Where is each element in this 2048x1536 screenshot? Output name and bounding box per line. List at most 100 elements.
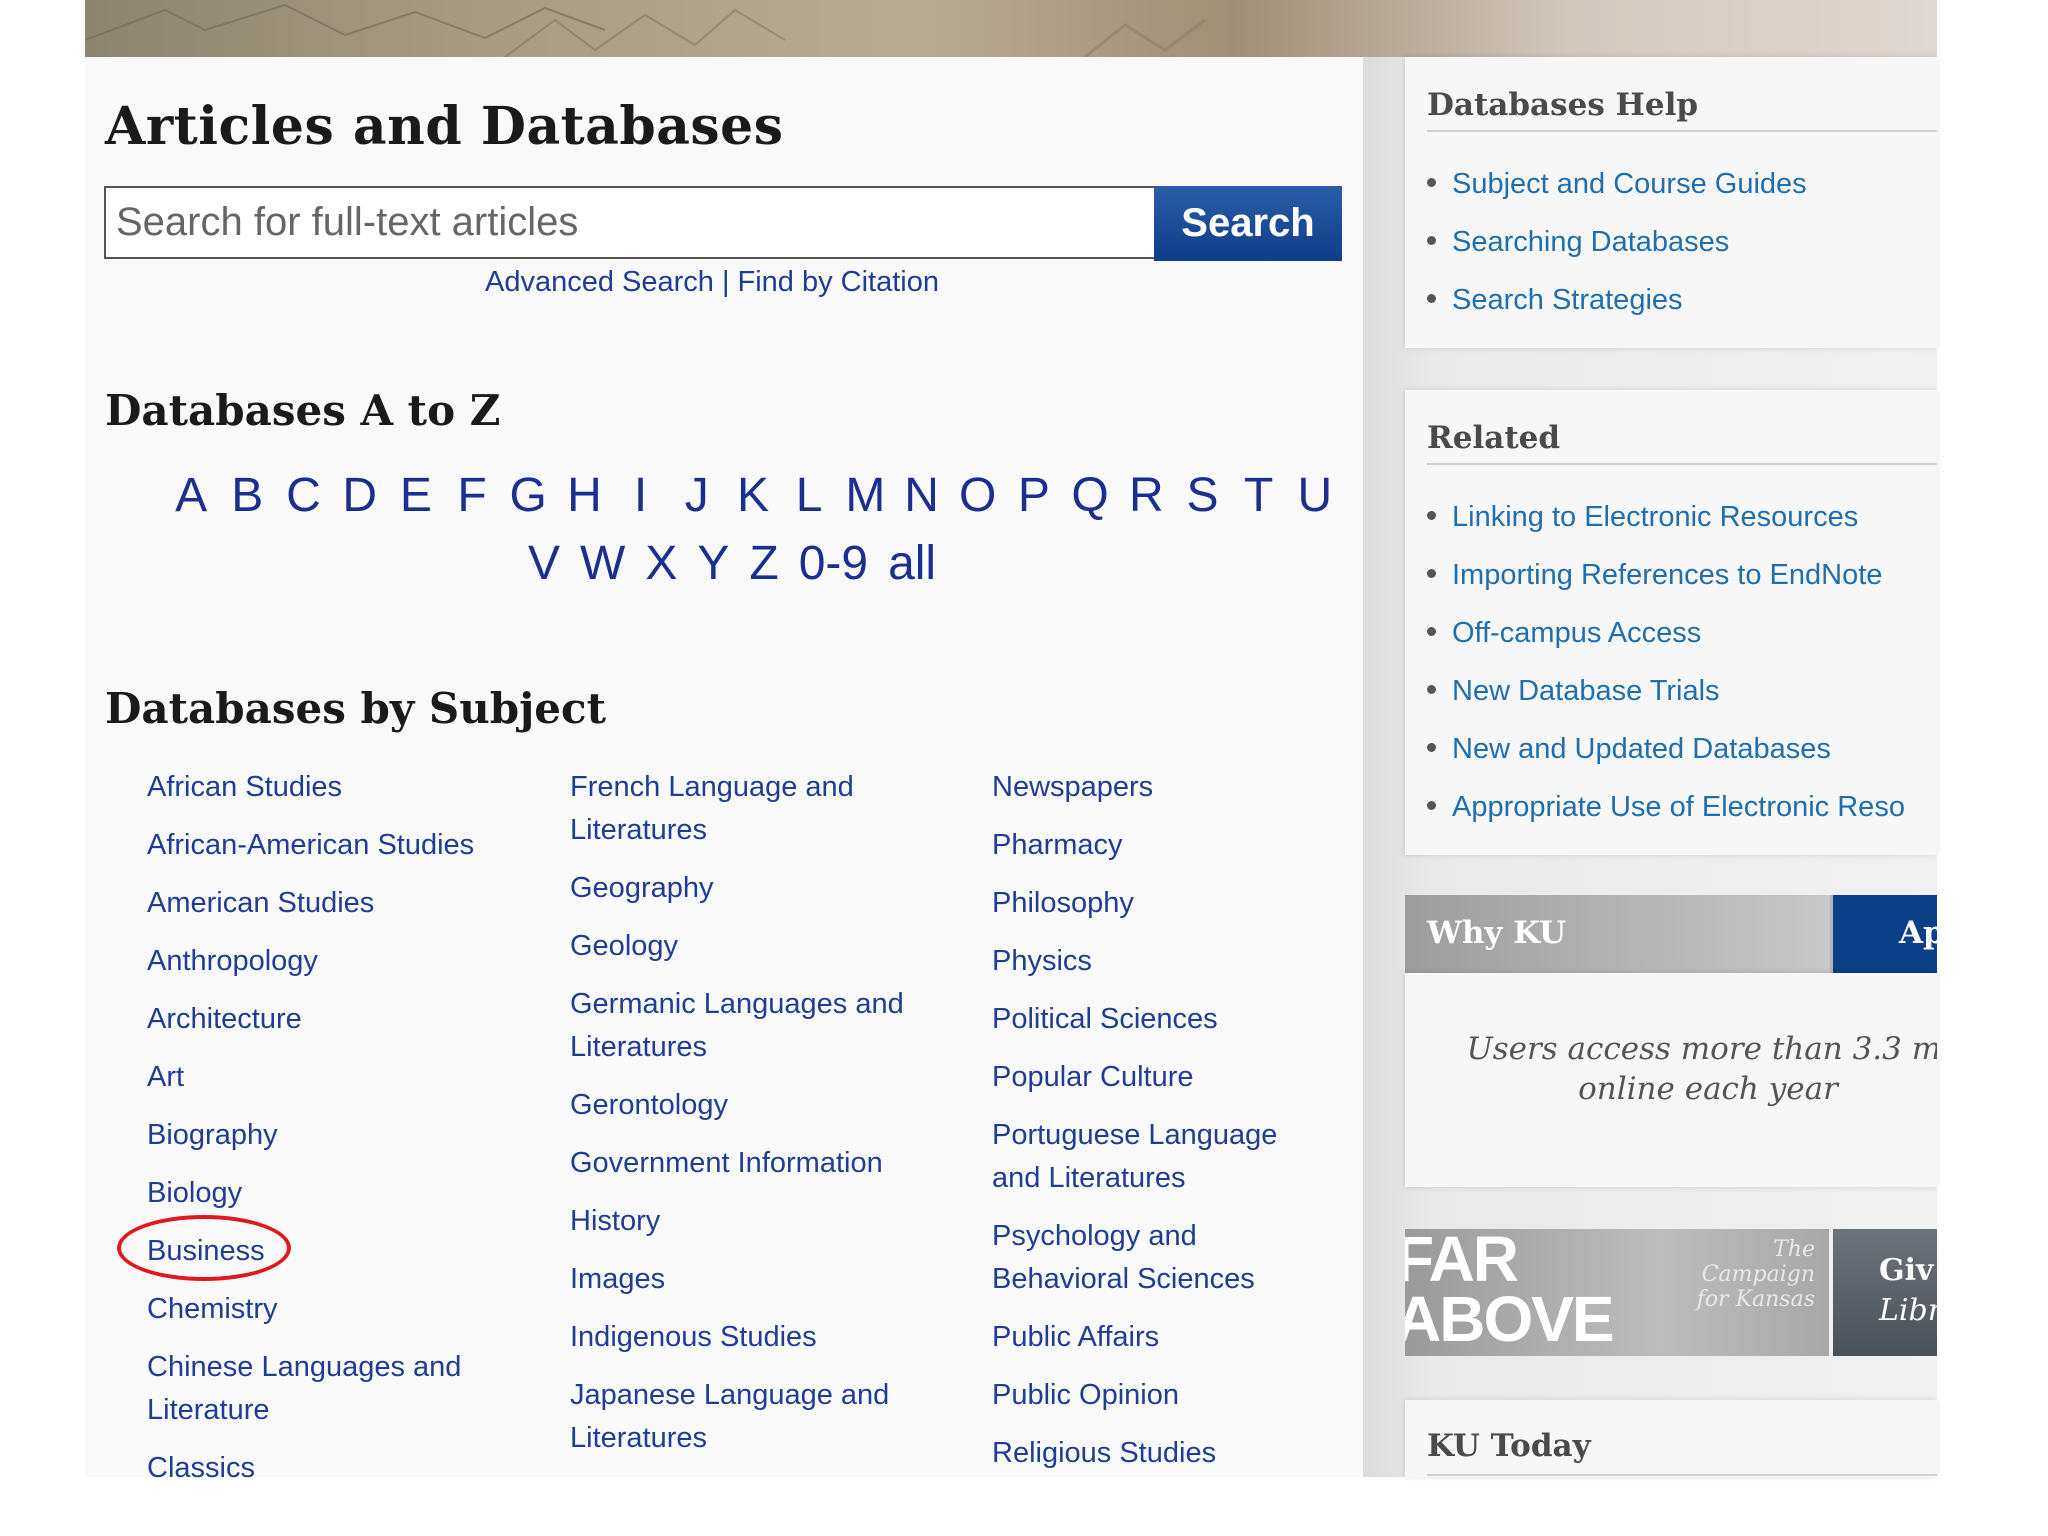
subject-link-political-sciences[interactable]: Political Sciences (992, 998, 1332, 1041)
az-letter-link[interactable]: M (837, 468, 893, 523)
az-letter-link[interactable]: L (781, 468, 837, 523)
az-letter-link[interactable]: O (950, 468, 1006, 523)
az-letter-link[interactable]: 0-9 (799, 536, 868, 591)
tab-ap-label: Ap (1899, 915, 1937, 951)
bullet-icon (1427, 800, 1436, 810)
sidebar-link-linking-to-electronic-resources[interactable]: Linking to Electronic Resources (1452, 501, 1858, 533)
subject-link-government-information[interactable]: Government Information (570, 1142, 950, 1185)
subject-link-american-studies[interactable]: American Studies (147, 882, 547, 925)
related-title: Related (1427, 420, 1561, 456)
az-letter-link[interactable]: C (275, 468, 331, 523)
subject-link-business[interactable]: Business (147, 1230, 547, 1273)
az-letter-link[interactable]: N (893, 468, 949, 523)
divider (1427, 463, 1937, 465)
subject-link-french-language-and-literatures[interactable]: French Language and Literatures (570, 766, 950, 852)
ku-today-box: KU Today (1405, 1400, 1937, 1477)
logo-line-2: ABOVE (1405, 1283, 1615, 1355)
subject-link-pharmacy[interactable]: Pharmacy (992, 824, 1332, 867)
az-letter-link[interactable]: Y (697, 536, 729, 591)
az-letter-link[interactable]: A (163, 468, 219, 523)
search-button[interactable]: Search (1154, 186, 1342, 261)
sidebar-link-subject-and-course-guides[interactable]: Subject and Course Guides (1452, 168, 1807, 200)
az-letter-link[interactable]: D (332, 468, 388, 523)
subject-link-geography[interactable]: Geography (570, 867, 950, 910)
list-item: Subject and Course Guides (1427, 155, 1807, 213)
az-letter-link[interactable]: H (556, 468, 612, 523)
subject-link-chemistry[interactable]: Chemistry (147, 1288, 547, 1331)
az-letter-link[interactable]: S (1174, 468, 1230, 523)
sidebar-link-search-strategies[interactable]: Search Strategies (1452, 284, 1683, 316)
list-item: Off-campus Access (1427, 604, 1905, 662)
subject-link-gerontology[interactable]: Gerontology (570, 1084, 950, 1127)
az-letter-link[interactable]: G (500, 468, 556, 523)
az-letter-link[interactable]: V (528, 536, 560, 591)
az-letter-link[interactable]: P (1006, 468, 1062, 523)
az-letter-link[interactable]: Q (1062, 468, 1118, 523)
subject-link-architecture[interactable]: Architecture (147, 998, 547, 1041)
subject-link-art[interactable]: Art (147, 1056, 547, 1099)
az-letter-link[interactable]: T (1231, 468, 1287, 523)
subject-link-psychology-and-behavioral-sciences[interactable]: Psychology and Behavioral Sciences (992, 1215, 1332, 1301)
subject-link-popular-culture[interactable]: Popular Culture (992, 1056, 1332, 1099)
subject-link-germanic-languages-and-literatures[interactable]: Germanic Languages and Literatures (570, 983, 950, 1069)
give-to-libraries-tile[interactable]: Giv Libr (1833, 1229, 1937, 1356)
subject-link-japanese-language-and-literatures[interactable]: Japanese Language and Literatures (570, 1374, 950, 1460)
sidebar-link-importing-references-to-endnote[interactable]: Importing References to EndNote (1452, 559, 1882, 591)
subject-link-geology[interactable]: Geology (570, 925, 950, 968)
az-letter-link[interactable]: Z (749, 536, 778, 591)
list-item: Searching Databases (1427, 213, 1807, 271)
find-by-citation-link[interactable]: Find by Citation (737, 266, 939, 298)
databases-help-title: Databases Help (1427, 87, 1699, 123)
sidebar-link-new-and-updated-databases[interactable]: New and Updated Databases (1452, 733, 1831, 765)
subject-link-classics[interactable]: Classics (147, 1447, 547, 1490)
sidebar-link-appropriate-use-of-electronic-reso[interactable]: Appropriate Use of Electronic Reso (1452, 791, 1905, 823)
sidebar-link-off-campus-access[interactable]: Off-campus Access (1452, 617, 1701, 649)
az-letter-link[interactable]: W (580, 536, 625, 591)
az-letter-link[interactable]: R (1118, 468, 1174, 523)
why-ku-quote: Users access more than 3.3 million onlin… (1443, 1029, 1937, 1109)
ku-today-title: KU Today (1427, 1428, 1591, 1464)
subject-link-african-american-studies[interactable]: African-American Studies (147, 824, 547, 867)
bullet-icon (1427, 742, 1436, 752)
az-letter-link[interactable]: I (613, 468, 669, 523)
subject-link-history[interactable]: History (570, 1200, 950, 1243)
subject-link-public-affairs[interactable]: Public Affairs (992, 1316, 1332, 1359)
subject-link-public-opinion[interactable]: Public Opinion (992, 1374, 1332, 1417)
divider (1427, 130, 1937, 132)
sidebar-link-searching-databases[interactable]: Searching Databases (1452, 226, 1729, 258)
subject-link-biology[interactable]: Biology (147, 1172, 547, 1215)
az-letter-link[interactable]: E (388, 468, 444, 523)
subject-link-african-studies[interactable]: African Studies (147, 766, 547, 809)
far-above-campaign-banner[interactable]: FAR ABOVE The Campaign for Kansas (1405, 1229, 1829, 1356)
tab-ap[interactable]: Ap (1833, 895, 1937, 973)
subject-link-religious-studies[interactable]: Religious Studies (992, 1432, 1332, 1475)
tab-why-ku[interactable]: Why KU (1405, 895, 1830, 973)
az-letter-link[interactable]: J (669, 468, 725, 523)
advanced-search-link[interactable]: Advanced Search (485, 266, 714, 298)
subject-link-biography[interactable]: Biography (147, 1114, 547, 1157)
az-letter-link[interactable]: X (645, 536, 677, 591)
subject-link-philosophy[interactable]: Philosophy (992, 882, 1332, 925)
give-line-1: Giv (1879, 1253, 1934, 1288)
az-letter-link[interactable]: B (219, 468, 275, 523)
list-item: New Database Trials (1427, 662, 1905, 720)
subject-link-portuguese-language-and-literatures[interactable]: Portuguese Language and Literatures (992, 1114, 1332, 1200)
search-input[interactable] (116, 188, 1136, 257)
az-letter-link[interactable]: F (444, 468, 500, 523)
az-letter-link[interactable]: U (1287, 468, 1343, 523)
az-letter-link[interactable]: all (888, 536, 936, 591)
subject-link-chinese-languages-and-literature[interactable]: Chinese Languages and Literature (147, 1346, 547, 1432)
subject-link-indigenous-studies[interactable]: Indigenous Studies (570, 1316, 950, 1359)
az-letter-link[interactable]: K (725, 468, 781, 523)
sidebar-link-new-database-trials[interactable]: New Database Trials (1452, 675, 1720, 707)
give-line-2: Libr (1879, 1293, 1937, 1328)
list-item: Appropriate Use of Electronic Reso (1427, 778, 1905, 836)
list-item: Importing References to EndNote (1427, 546, 1905, 604)
why-ku-tabbar: Why KU Ap (1405, 895, 1937, 973)
subject-link-newspapers[interactable]: Newspapers (992, 766, 1332, 809)
subject-link-anthropology[interactable]: Anthropology (147, 940, 547, 983)
subject-column-1: African Studies African-American Studies A… (147, 766, 547, 1505)
quote-line-2: online each year (1578, 1071, 1838, 1107)
subject-link-images[interactable]: Images (570, 1258, 950, 1301)
subject-link-physics[interactable]: Physics (992, 940, 1332, 983)
